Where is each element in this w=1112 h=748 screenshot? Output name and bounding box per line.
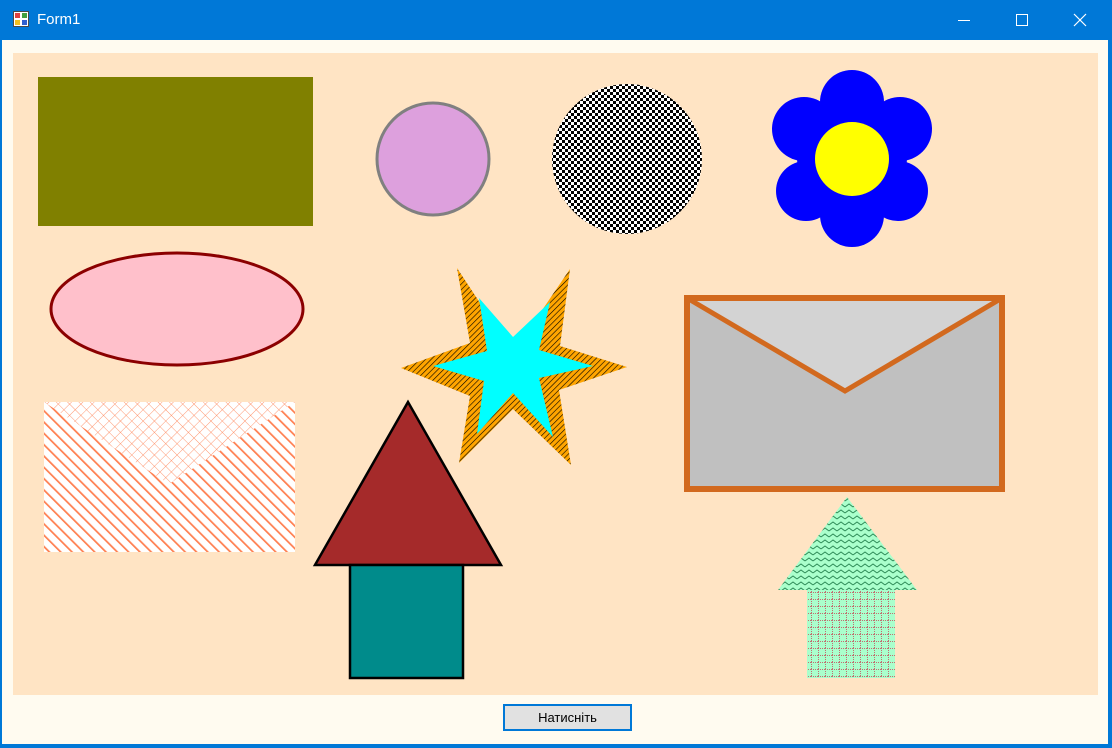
pink-ellipse [49,251,305,367]
press-button[interactable]: Натисніть [503,704,632,731]
close-icon [1073,13,1087,27]
hatched-envelope [44,402,295,552]
shapes-drawing [38,70,1005,680]
house-body [348,563,465,680]
blue-flower [772,70,932,247]
plum-circle [375,101,491,217]
cyan-star [433,298,593,437]
minimize-icon [958,20,970,21]
drawing-canvas [13,53,1098,695]
checkered-circle [552,84,702,234]
title-bar[interactable]: Form1 [0,0,1112,40]
gray-envelope [684,295,1005,492]
flower-center [815,122,889,196]
maximize-icon [1016,14,1028,26]
close-button[interactable] [1051,0,1109,40]
minimize-button[interactable] [935,0,993,40]
winforms-app-icon [13,11,29,27]
maximize-button[interactable] [993,0,1051,40]
app-window: Form1 Натисніть [0,0,1112,748]
olive-rectangle [38,77,313,226]
window-title: Form1 [37,11,81,28]
patterned-arrow [778,497,917,678]
